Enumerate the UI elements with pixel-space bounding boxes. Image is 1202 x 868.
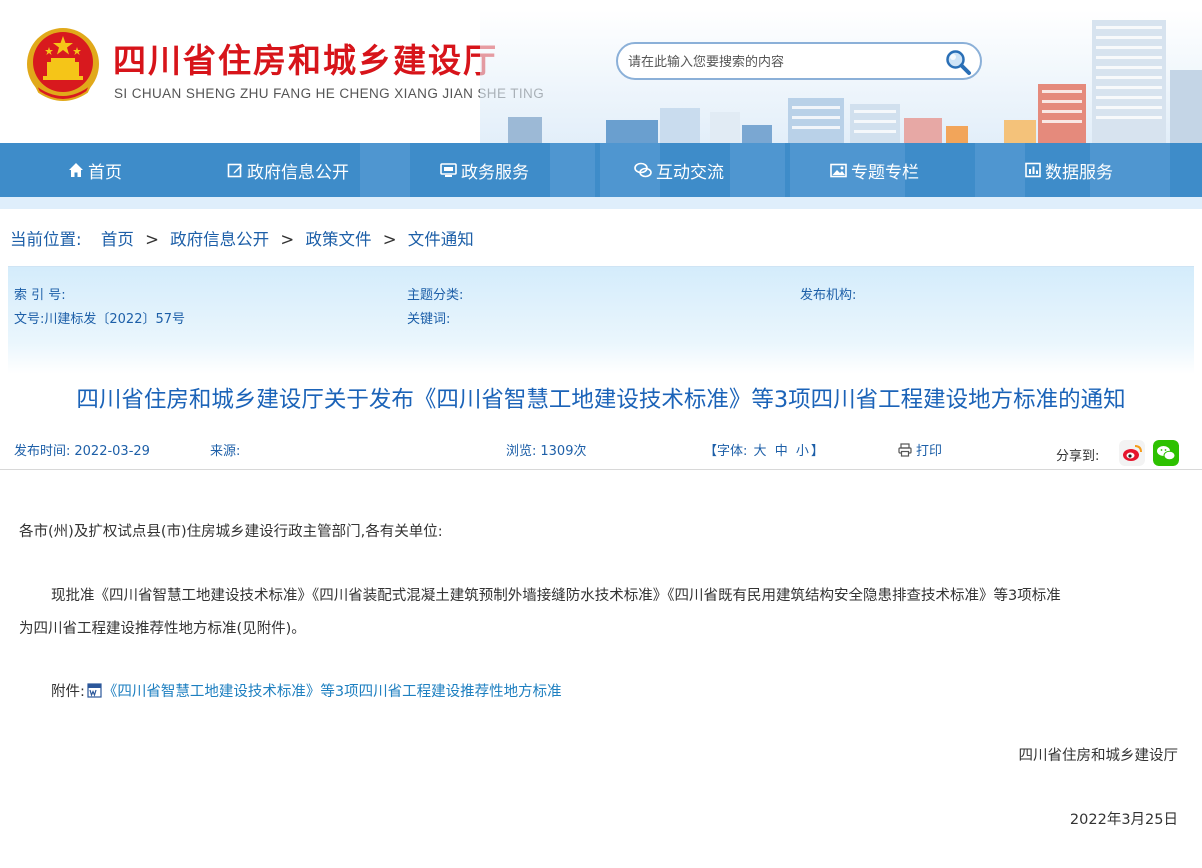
salutation: 各市(州)及扩权试点县(市)住房城乡建设行政主管部门,各有关单位: [19,524,443,540]
nav-sub-band [0,197,1202,209]
breadcrumb-separator: > [280,230,295,249]
meta-topic: 主题分类: [407,284,463,303]
share-label: 分享到: [1056,449,1100,464]
breadcrumb-separator: > [382,230,397,249]
breadcrumb-policy[interactable]: 政策文件 [305,230,371,249]
view-count: 浏览: 1309次 [506,440,586,459]
meta-docno-label: 文号: [14,312,45,327]
nav-item-gov-info[interactable]: 政府信息公开 [227,143,349,197]
search-box[interactable] [616,42,982,80]
font-size-bracket: 】 [810,444,824,459]
meta-keywords: 关键词: [407,308,450,327]
weibo-icon[interactable] [1119,440,1145,466]
meta-index: 索 引 号: [14,284,66,303]
nav-item-label: 数据服务 [1045,162,1113,183]
nav-item-interaction[interactable]: 互动交流 [634,143,724,197]
nav-item-label: 首页 [88,162,122,183]
breadcrumb-home[interactable]: 首页 [101,230,134,249]
monitor-icon [440,163,457,177]
paragraph-line: 现批准《四川省智慧工地建设技术标准》《四川省装配式混凝土建筑预制外墙接缝防水技术… [51,588,1061,604]
image-icon [830,163,847,177]
paragraph-line: 为四川省工程建设推荐性地方标准(见附件)。 [19,621,306,637]
wechat-icon[interactable] [1153,440,1179,466]
attachment-label: 附件: [51,684,85,700]
article-title: 四川省住房和城乡建设厅关于发布《四川省智慧工地建设技术标准》等3项四川省工程建设… [76,387,1126,413]
sign-date: 2022年3月25日 [1069,812,1178,828]
breadcrumb-notice[interactable]: 文件通知 [408,230,474,249]
nav-item-home[interactable]: 首页 [68,143,122,197]
font-size-label: 【字体: [704,444,748,459]
home-icon [69,163,83,177]
source: 来源: [210,440,240,459]
nav-item-label: 政务服务 [461,162,529,183]
source-label: 来源: [210,444,241,459]
breadcrumb-label: 当前位置: [10,230,82,249]
nav-item-data-service[interactable]: 数据服务 [1025,143,1113,197]
print-label: 打印 [916,444,943,459]
print-button[interactable]: 打印 [898,440,942,459]
view-count-label: 浏览: [506,444,537,459]
meta-docno: 文号:川建标发〔2022〕57号 [14,308,185,327]
view-count-value: 1309次 [540,444,587,459]
publish-time-value: 2022-03-29 [74,444,150,459]
breadcrumb-separator: > [145,230,159,249]
nav-item-gov-service[interactable]: 政务服务 [440,143,529,197]
site-header: 四川省住房和城乡建设厅 SI CHUAN SHENG ZHU FANG HE C… [0,0,1202,143]
attachment-link[interactable]: 《四川省智慧工地建设技术标准》等3项四川省工程建设推荐性地方标准 [103,680,562,701]
meta-topic-label: 主题分类: [407,288,464,303]
font-size-small-button[interactable]: 小 [796,444,809,459]
main-nav: 首页 政府信息公开 政务服务 互动交流 专题专栏 数据服务 [0,143,1202,197]
site-title[interactable]: 四川省住房和城乡建设厅 [113,34,498,82]
magnifier-icon[interactable] [944,48,972,76]
meta-index-label: 索 引 号: [14,288,66,303]
meta-docno-value: 川建标发〔2022〕57号 [44,312,186,327]
publish-time: 发布时间: 2022-03-29 [14,440,150,459]
publish-time-label: 发布时间: [14,444,71,459]
meta-keywords-label: 关键词: [407,312,451,327]
word-document-icon [87,683,102,698]
nav-item-label: 政府信息公开 [247,162,349,183]
printer-icon [898,442,912,457]
search-input[interactable] [628,52,948,72]
signature: 四川省住房和城乡建设厅 [1018,748,1179,764]
nav-item-special[interactable]: 专题专栏 [830,143,919,197]
attachment-row: 附件: 《四川省智慧工地建设技术标准》等3项四川省工程建设推荐性地方标准 [51,680,562,701]
chart-icon [1025,162,1041,178]
meta-publisher: 发布机构: [800,284,856,303]
article-info-bar: 发布时间: 2022-03-29 来源: 浏览: 1309次 【字体: 大 中 小】… [0,436,1202,470]
chat-icon [634,162,652,178]
font-size-large-button[interactable]: 大 [754,444,767,459]
nav-item-label: 互动交流 [656,162,724,183]
breadcrumb: 当前位置: 首页 > 政府信息公开 > 政策文件 > 文件通知 [10,226,474,250]
document-meta-box: 索 引 号: 主题分类: 发布机构: 文号:川建标发〔2022〕57号 关键词: [8,266,1194,374]
font-size-selector: 【字体: 大 中 小】 [704,440,824,459]
edit-icon [227,163,242,178]
font-size-medium-button[interactable]: 中 [775,444,788,459]
nav-skyline-decoration [360,143,1170,197]
breadcrumb-gov-info[interactable]: 政府信息公开 [170,230,269,249]
national-emblem-icon [27,28,99,101]
meta-publisher-label: 发布机构: [800,288,857,303]
nav-item-label: 专题专栏 [851,162,919,183]
